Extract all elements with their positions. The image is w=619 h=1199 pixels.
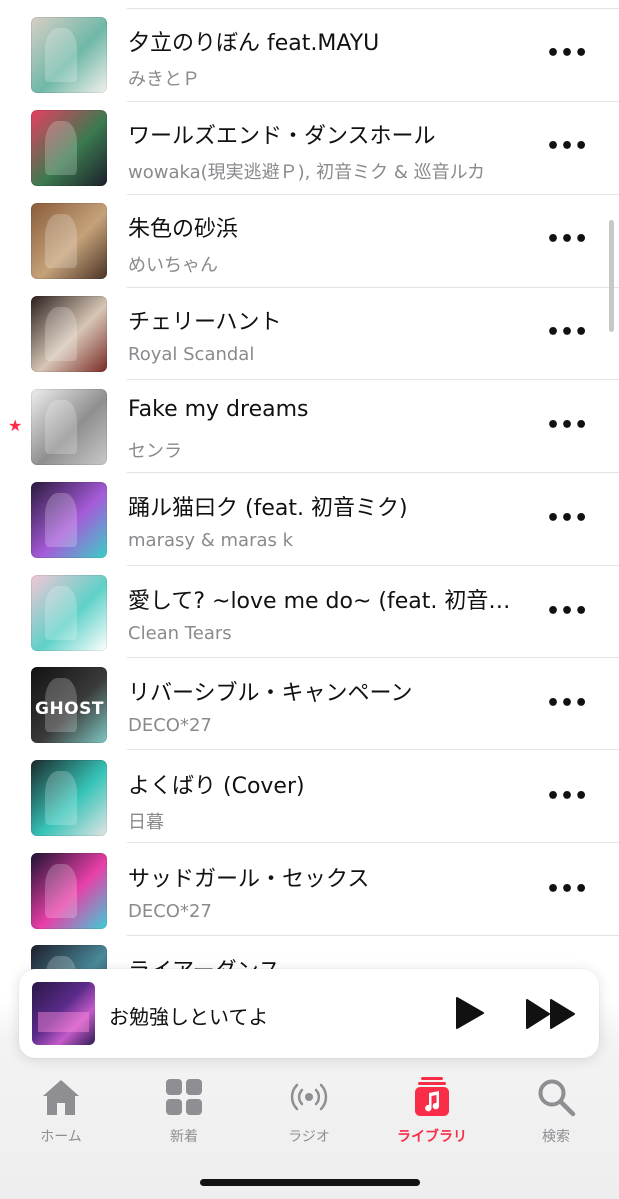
- song-title: リバーシブル・キャンペーン: [128, 681, 413, 706]
- song-title: 夕立のりぼん feat.MAYU: [128, 31, 380, 56]
- now-playing-art: [32, 982, 95, 1045]
- now-playing-title: お勉強しといてよ: [109, 1005, 269, 1029]
- song-title: 愛して? ~love me do~ (feat. 初音…: [128, 589, 511, 614]
- album-art: [31, 17, 107, 93]
- song-title: Fake my dreams: [128, 397, 309, 422]
- album-art: GHOST: [31, 667, 107, 743]
- song-artist: センラ: [128, 441, 182, 462]
- more-options-icon[interactable]: •••: [546, 229, 588, 251]
- song-title: 踊ル猫曰ク (feat. 初音ミク): [128, 496, 408, 521]
- song-row[interactable]: チェリーハント Royal Scandal •••: [0, 279, 619, 372]
- tab-library[interactable]: ライブラリ: [382, 1075, 482, 1150]
- more-options-icon[interactable]: •••: [546, 508, 588, 530]
- song-title: ワールズエンド・ダンスホール: [128, 124, 436, 149]
- song-title: サッドガール・セックス: [128, 867, 370, 892]
- more-options-icon[interactable]: •••: [546, 879, 588, 901]
- more-options-icon[interactable]: •••: [546, 786, 588, 808]
- more-options-icon[interactable]: •••: [546, 415, 588, 437]
- grid-icon: [166, 1079, 202, 1115]
- song-row[interactable]: ★ Fake my dreams センラ •••: [0, 372, 619, 465]
- song-row[interactable]: ワールズエンド・ダンスホール wowaka(現実逃避Ｐ), 初音ミク & 巡音ル…: [0, 93, 619, 186]
- song-artist: DECO*27: [128, 901, 212, 922]
- radio-icon: [290, 1083, 328, 1111]
- song-list[interactable]: 夕立のりぼん feat.MAYU みきとＰ ••• ワールズエンド・ダンスホール…: [0, 0, 619, 1000]
- song-row[interactable]: サッドガール・セックス DECO*27 •••: [0, 836, 619, 929]
- search-icon: [538, 1079, 576, 1117]
- tab-label: 新着: [170, 1129, 198, 1145]
- more-options-icon[interactable]: •••: [546, 322, 588, 344]
- song-artist: marasy & maras k: [128, 530, 294, 551]
- song-artist: Clean Tears: [128, 623, 232, 644]
- song-row[interactable]: 夕立のりぼん feat.MAYU みきとＰ •••: [0, 0, 619, 93]
- album-art-badge: GHOST: [35, 699, 104, 719]
- home-indicator: [200, 1179, 420, 1186]
- album-art: [31, 296, 107, 372]
- tab-search[interactable]: 検索: [506, 1075, 606, 1150]
- tab-label: ホーム: [40, 1129, 82, 1145]
- album-art: [31, 575, 107, 651]
- song-artist: めいちゃん: [128, 255, 218, 276]
- scroll-indicator[interactable]: [609, 220, 614, 332]
- album-art: [31, 203, 107, 279]
- play-icon[interactable]: [451, 995, 487, 1031]
- album-art: [31, 760, 107, 836]
- song-row[interactable]: GHOST リバーシブル・キャンペーン DECO*27 •••: [0, 650, 619, 743]
- mini-player[interactable]: お勉強しといてよ: [19, 969, 599, 1058]
- song-row[interactable]: 朱色の砂浜 めいちゃん •••: [0, 186, 619, 279]
- song-artist: 日暮: [128, 812, 164, 833]
- fast-forward-icon[interactable]: [525, 997, 577, 1031]
- more-options-icon[interactable]: •••: [546, 43, 588, 65]
- tab-radio[interactable]: ラジオ: [259, 1075, 359, 1150]
- more-options-icon[interactable]: •••: [546, 136, 588, 158]
- album-art: [31, 853, 107, 929]
- album-art: [31, 482, 107, 558]
- song-title: チェリーハント: [128, 310, 282, 335]
- song-row[interactable]: よくばり (Cover) 日暮 •••: [0, 743, 619, 836]
- song-artist: wowaka(現実逃避Ｐ), 初音ミク & 巡音ルカ: [128, 162, 486, 183]
- song-row[interactable]: 愛して? ~love me do~ (feat. 初音… Clean Tears…: [0, 558, 619, 651]
- song-row[interactable]: 踊ル猫曰ク (feat. 初音ミク) marasy & maras k •••: [0, 465, 619, 558]
- song-title: 朱色の砂浜: [128, 217, 239, 242]
- tab-label: ラジオ: [288, 1129, 330, 1145]
- favorite-star-icon: ★: [8, 416, 23, 435]
- album-art: [31, 389, 107, 465]
- tab-home[interactable]: ホーム: [11, 1075, 111, 1150]
- library-icon: [415, 1077, 449, 1116]
- tab-label: 検索: [542, 1129, 570, 1145]
- song-artist: DECO*27: [128, 715, 212, 736]
- tab-new[interactable]: 新着: [134, 1075, 234, 1150]
- more-options-icon[interactable]: •••: [546, 601, 588, 623]
- tab-label: ライブラリ: [397, 1129, 467, 1145]
- song-artist: みきとＰ: [128, 69, 200, 90]
- album-art: [31, 110, 107, 186]
- home-icon: [43, 1080, 79, 1115]
- song-artist: Royal Scandal: [128, 344, 255, 365]
- song-title: よくばり (Cover): [128, 774, 305, 799]
- more-options-icon[interactable]: •••: [546, 693, 588, 715]
